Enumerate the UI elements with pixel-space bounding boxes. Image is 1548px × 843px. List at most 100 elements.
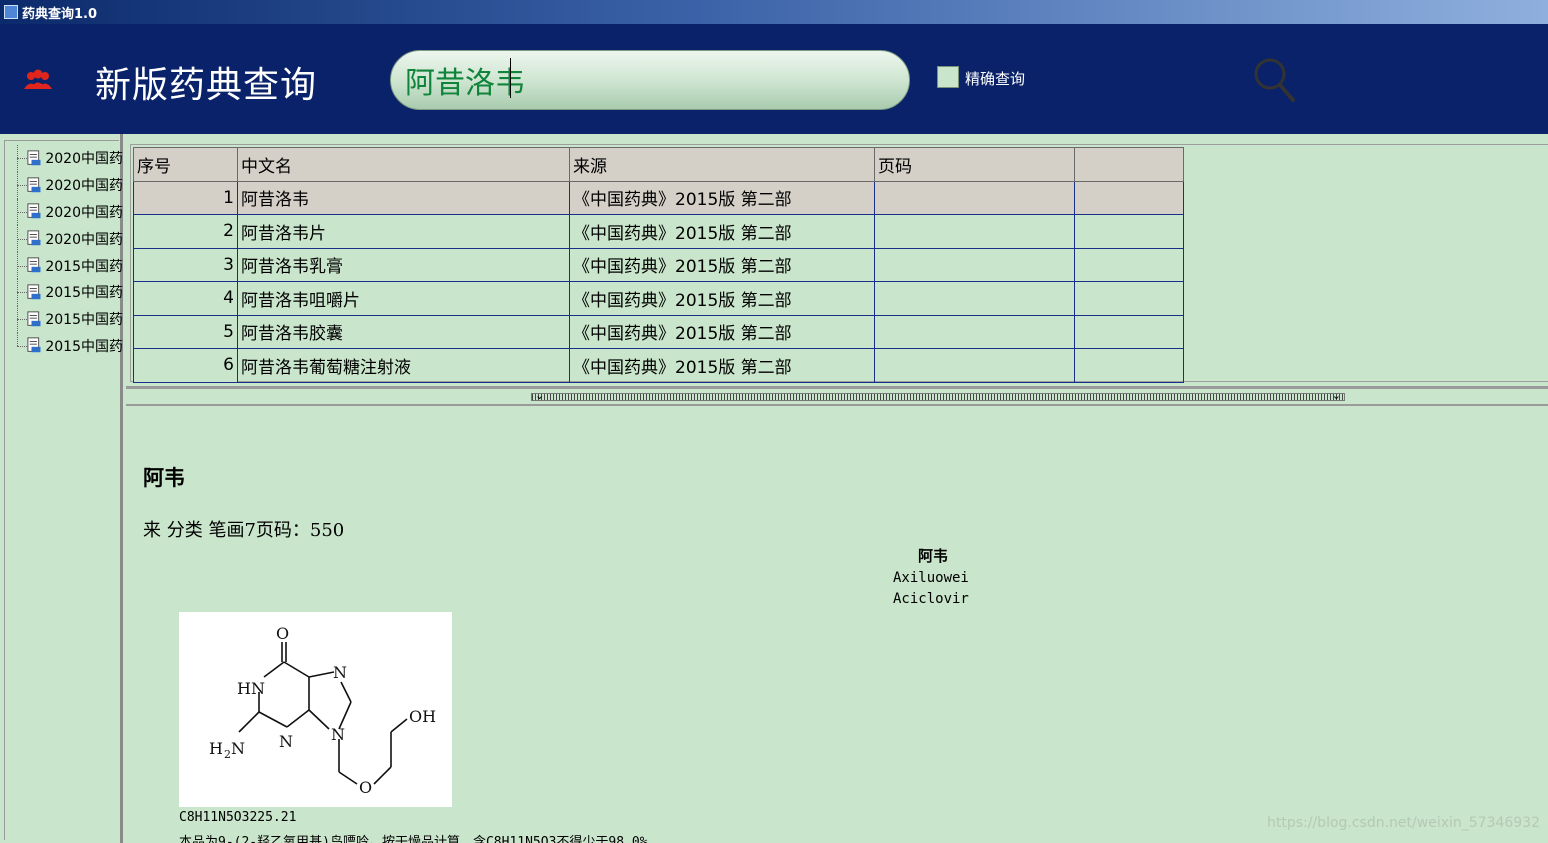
table-row[interactable]: 3 阿昔洛韦乳膏 《中国药典》2015版 第二部 [133,247,1184,282]
table-row[interactable]: 6 阿昔洛韦葡萄糖注射液 《中国药典》2015版 第二部 [133,348,1184,383]
table-row[interactable]: 2 阿昔洛韦片 《中国药典》2015版 第二部 [133,214,1184,249]
extra-cell [1074,180,1184,215]
monograph-name-pinyin: Axiluowei [893,570,969,586]
tree-item-label: 2015中国药 [45,338,123,355]
column-header[interactable]: 来源 [569,147,875,182]
svg-text:2: 2 [224,748,231,761]
svg-text:O: O [359,778,372,797]
extra-cell [1074,214,1184,249]
document-icon [27,150,41,166]
svg-text:HN: HN [237,679,265,698]
app-brand: 新版药典查询 [95,65,318,106]
source-cell: 《中国药典》2015版 第二部 [569,281,875,316]
table-header-row: 序号 中文名 来源 页码 [133,147,1184,182]
tree-item[interactable]: 2020中国药 [15,145,123,172]
column-header[interactable] [1074,147,1184,182]
detail-pane: 阿韦 来 分类 笔画7页码：550 阿韦 Axiluowei Aciclovir [126,406,1548,843]
tree-item-label: 2020中国药 [45,151,123,168]
pane-splitter: ⌄ ⌄ [126,386,1548,406]
tree-item[interactable]: 2015中国药 [15,332,123,360]
catalog-tree-frame: 2020中国药 2020中国药 2020中国药 2020中国药 2015中国药 [4,140,123,840]
row-number: 5 [133,314,238,349]
row-number: 2 [133,214,238,249]
search-input[interactable] [405,59,845,101]
document-icon [27,284,41,300]
svg-text:O: O [276,624,289,643]
column-header[interactable]: 序号 [133,147,238,182]
tree-item-label: 2015中国药 [45,285,123,302]
results-table: 序号 中文名 来源 页码 1 阿昔洛韦 《中国药典》2015版 第二部 2 阿昔… [133,147,1184,383]
tree-item[interactable]: 2015中国药 [15,305,123,333]
source-cell: 《中国药典》2015版 第二部 [569,180,875,215]
page-cell [874,214,1075,249]
tree-item-label: 2015中国药 [45,312,123,329]
svg-text:OH: OH [409,707,436,726]
detail-title: 阿韦 [143,465,185,490]
svg-text:N: N [333,663,347,682]
column-header[interactable]: 中文名 [237,147,570,182]
extra-cell [1074,348,1184,383]
svg-text:N: N [231,739,245,758]
page-cell [874,314,1075,349]
svg-text:N: N [331,725,345,744]
page-cell [874,247,1075,282]
row-number: 4 [133,281,238,316]
detail-meta: 来 分类 笔画7页码：550 [143,520,345,541]
tree-item[interactable]: 2015中国药 [15,278,123,306]
search-box [390,50,1295,110]
drug-name-cell: 阿昔洛韦片 [237,214,570,249]
source-cell: 《中国药典》2015版 第二部 [569,314,875,349]
tree-item[interactable]: 2015中国药 [15,252,123,279]
extra-cell [1074,314,1184,349]
table-row[interactable]: 5 阿昔洛韦胶囊 《中国药典》2015版 第二部 [133,314,1184,349]
splitter-handle[interactable]: ⌄ ⌄ [531,389,1345,402]
app-icon [4,5,18,19]
document-icon [27,337,41,353]
tree-item[interactable]: 2020中国药 [15,171,123,199]
watermark: https://blog.csdn.net/weixin_57346932 [1267,815,1541,831]
header: 新版药典查询 精确查询 [0,24,1548,134]
extra-cell [1074,281,1184,316]
table-row[interactable]: 4 阿昔洛韦咀嚼片 《中国药典》2015版 第二部 [133,281,1184,316]
catalog-tree-pane: 2020中国药 2020中国药 2020中国药 2020中国药 2015中国药 [0,134,123,843]
tree-item[interactable]: 2020中国药 [15,225,123,253]
source-cell: 《中国药典》2015版 第二部 [569,214,875,249]
people-logo-icon [24,69,52,89]
table-row[interactable]: 1 阿昔洛韦 《中国药典》2015版 第二部 [133,180,1184,215]
catalog-tree: 2020中国药 2020中国药 2020中国药 2020中国药 2015中国药 [15,145,123,359]
document-icon [27,203,41,219]
drug-name-cell: 阿昔洛韦乳膏 [237,247,570,282]
tree-item-label: 2015中国药 [45,258,123,275]
drug-name-cell: 阿昔洛韦 [237,180,570,215]
row-number: 3 [133,247,238,282]
row-number: 1 [133,180,238,215]
row-number: 6 [133,348,238,383]
title-bar: 药典查询1.0 [0,0,1548,24]
tree-item[interactable]: 2020中国药 [15,198,123,226]
monograph-description: 本品为9-(2-羟乙氧甲基)鸟嘌呤。按干燥品计算，含C8H11N5O3不得少于9… [179,835,648,843]
drug-name-cell: 阿昔洛韦咀嚼片 [237,281,570,316]
column-header[interactable]: 页码 [874,147,1075,182]
document-icon [27,230,41,246]
tree-item-label: 2020中国药 [45,204,123,221]
search-icon[interactable] [1251,55,1297,105]
page-cell [874,348,1075,383]
source-cell: 《中国药典》2015版 第二部 [569,247,875,282]
tree-item-label: 2020中国药 [45,231,123,248]
svg-text:N: N [279,732,293,751]
tree-item-label: 2020中国药 [45,178,123,195]
molecular-formula: C8H11N5O3225.21 [179,810,297,825]
exact-search-label: 精确查询 [965,70,1026,88]
window-title: 药典查询1.0 [22,6,98,22]
chevron-down-icon: ⌄ [1331,389,1341,402]
document-icon [27,257,41,273]
document-icon [27,311,41,326]
drug-name-cell: 阿昔洛韦葡萄糖注射液 [237,348,570,383]
source-cell: 《中国药典》2015版 第二部 [569,348,875,383]
exact-search-checkbox[interactable] [937,66,959,88]
monograph-name-en: Aciclovir [893,591,969,607]
extra-cell [1074,247,1184,282]
page-cell [874,180,1075,215]
drug-name-cell: 阿昔洛韦胶囊 [237,314,570,349]
page-cell [874,281,1075,316]
